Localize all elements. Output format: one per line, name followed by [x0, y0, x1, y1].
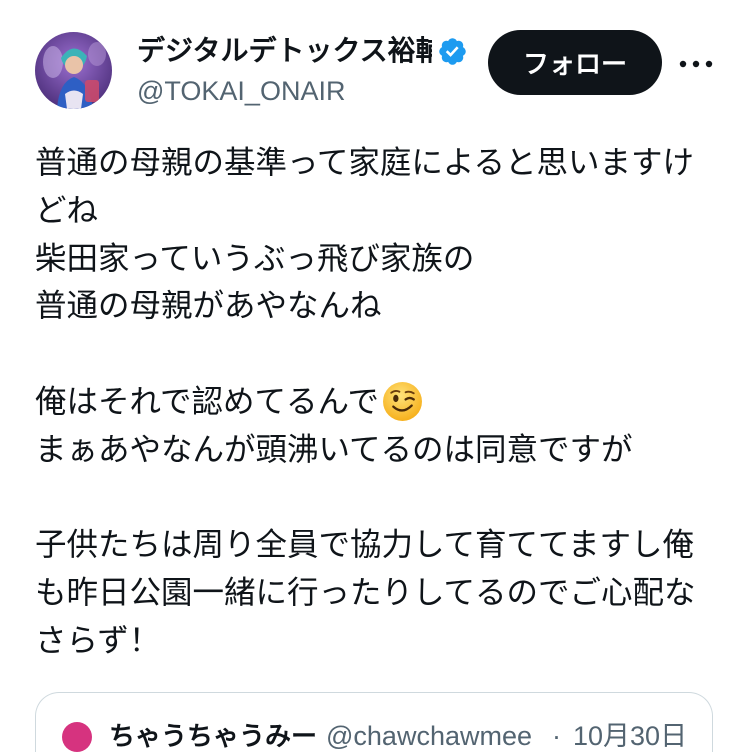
author-handle[interactable]: @TOKAI_ONAIR [137, 73, 345, 109]
quoted-author-display-name: ちゃうちゃうみー [109, 721, 318, 751]
tweet-text-line: 普通の母親があやなんね [35, 287, 382, 324]
tweet-text-line-text: 俺はそれで認めてるんで [35, 382, 379, 419]
quoted-author-handle: @chawchawmee [326, 721, 532, 751]
quoted-tweet-card[interactable]: ちゃうちゃうみー @chawchawmee · 10月30日 [35, 692, 713, 752]
tweet-text-line: 普通の母親の基準って家庭によると思いますけ [35, 144, 694, 180]
author-avatar[interactable] [35, 32, 112, 109]
more-horizontal-icon [679, 60, 713, 68]
quoted-author-avatar [62, 722, 92, 752]
tweet-text-line: 子供たちは周り全員で協力して育ててますし俺 [35, 526, 694, 563]
author-display-name[interactable]: デジタルデトックス裕輔 [137, 31, 432, 71]
profile-photo-icon [35, 32, 112, 109]
tweet-text-line: さらず！ [35, 621, 161, 658]
tweet-text-line: も昨日公園一緒に行ったりしてるのでご心配な [35, 574, 696, 611]
follow-button-label: フォロー [522, 49, 627, 79]
quoted-separator: · [552, 721, 561, 751]
winking-face-emoji-icon [382, 381, 423, 422]
tweet-text-line: まぁあやなんが頭沸いてるのは同意ですが [35, 430, 633, 467]
follow-button[interactable]: フォロー [488, 30, 662, 95]
tweet-view: デジタルデトックス裕輔 @TOKAI_ONAIR フォロー 普通の母親の基準って… [0, 0, 749, 752]
more-options-button[interactable] [676, 52, 716, 76]
tweet-text-blank-line [35, 330, 725, 378]
tweet-text-line: どね [35, 191, 99, 228]
verified-badge-icon [437, 36, 468, 67]
quoted-tweet-date: 10月30日 [573, 721, 688, 751]
tweet-text-blank-line [35, 474, 725, 522]
tweet-text-line: 柴田家っていうぶっ飛び家族の [35, 239, 475, 276]
author-display-name-text: デジタルデトックス裕輔 [137, 35, 432, 66]
tweet-text: 普通の母親の基準って家庭によると思いますけ どね 柴田家っていうぶっ飛び家族の … [35, 139, 725, 665]
tweet-text-line: 俺はそれで認めてるんで [35, 378, 725, 426]
